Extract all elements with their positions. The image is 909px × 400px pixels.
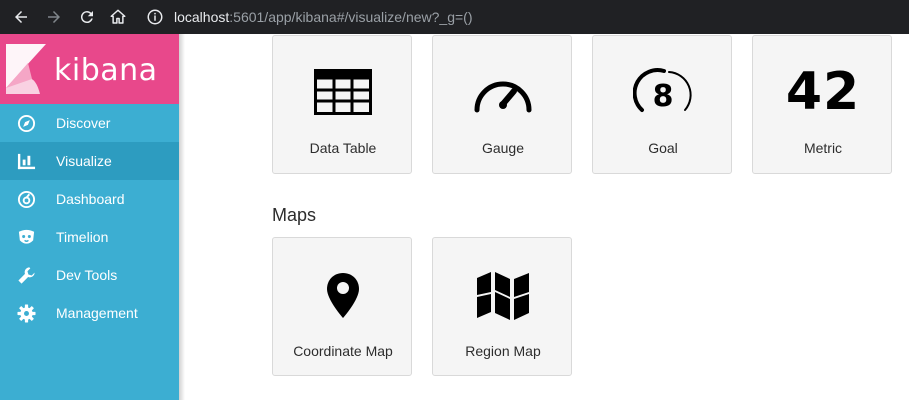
url-host: localhost — [174, 9, 230, 25]
arrow-right-icon — [48, 11, 60, 23]
kibana-logo-icon — [6, 44, 46, 94]
arrow-left-icon — [15, 11, 27, 23]
reload-button[interactable] — [76, 6, 98, 28]
card-label: Coordinate Map — [293, 343, 393, 359]
goal-icon-value: 8 — [652, 79, 674, 114]
visualization-card-coordinate-map[interactable]: Coordinate Map — [272, 237, 412, 376]
gear-icon — [17, 304, 36, 323]
bar-chart-icon — [17, 153, 36, 170]
card-label: Data Table — [309, 140, 377, 156]
sidebar-item-label: Dev Tools — [56, 267, 118, 283]
browser-toolbar: localhost:5601/app/kibana#/visualize/new… — [0, 0, 909, 34]
map-pin-icon — [327, 273, 359, 318]
sidebar-item-management[interactable]: Management — [0, 294, 179, 332]
sidebar-item-dashboard[interactable]: Dashboard — [0, 180, 179, 218]
wrench-icon — [18, 267, 35, 284]
sidebar-item-discover[interactable]: Discover — [0, 104, 179, 142]
card-label: Gauge — [481, 140, 525, 156]
home-icon — [110, 9, 126, 24]
visualization-card-goal[interactable]: 8 Goal — [592, 35, 732, 174]
url-text: localhost:5601/app/kibana#/visualize/new… — [174, 9, 473, 25]
table-icon — [314, 69, 372, 115]
visualization-card-metric[interactable]: 42 Metric — [752, 35, 892, 174]
kibana-logo[interactable]: kibana — [0, 34, 179, 104]
visualization-card-gauge[interactable]: Gauge — [432, 35, 572, 174]
visualization-card-region-map[interactable]: Region Map — [432, 237, 572, 376]
sidebar-item-label: Visualize — [56, 153, 112, 169]
sidebar-item-label: Timelion — [56, 229, 109, 245]
sidebar-item-dev-tools[interactable]: Dev Tools — [0, 256, 179, 294]
dashboard-icon — [17, 190, 36, 209]
sidebar-item-timelion[interactable]: Timelion — [0, 218, 179, 256]
logo-text: kibana — [54, 53, 158, 88]
url-path: :5601/app/kibana#/visualize/new?_g=() — [229, 9, 473, 25]
card-label: Goal — [648, 140, 678, 156]
sidebar-nav: Discover Visualize Dashboard Timelion De… — [0, 104, 179, 332]
sidebar-item-label: Dashboard — [56, 191, 125, 207]
home-button[interactable] — [107, 6, 129, 28]
card-label: Region Map — [465, 343, 541, 359]
info-icon — [147, 9, 163, 25]
sidebar-item-visualize[interactable]: Visualize — [0, 142, 179, 180]
address-bar[interactable]: localhost:5601/app/kibana#/visualize/new… — [140, 3, 900, 31]
maps-section-title: Maps — [272, 205, 317, 225]
goal-icon: 8 — [633, 68, 693, 118]
visualization-card-data-table[interactable]: Data Table — [272, 35, 412, 174]
sidebar: kibana Discover Visualize Dashboard Time… — [0, 34, 179, 400]
compass-icon — [17, 114, 36, 133]
timelion-icon — [18, 229, 35, 244]
sidebar-shadow — [179, 34, 185, 400]
back-button[interactable] — [10, 6, 32, 28]
region-map-icon — [477, 272, 529, 320]
sidebar-item-label: Discover — [56, 115, 111, 131]
metric-icon: 42 — [785, 62, 861, 122]
reload-icon — [80, 11, 93, 24]
card-label: Metric — [803, 140, 843, 156]
sidebar-item-label: Management — [56, 305, 138, 321]
forward-button[interactable] — [43, 6, 65, 28]
gauge-icon — [474, 81, 532, 113]
